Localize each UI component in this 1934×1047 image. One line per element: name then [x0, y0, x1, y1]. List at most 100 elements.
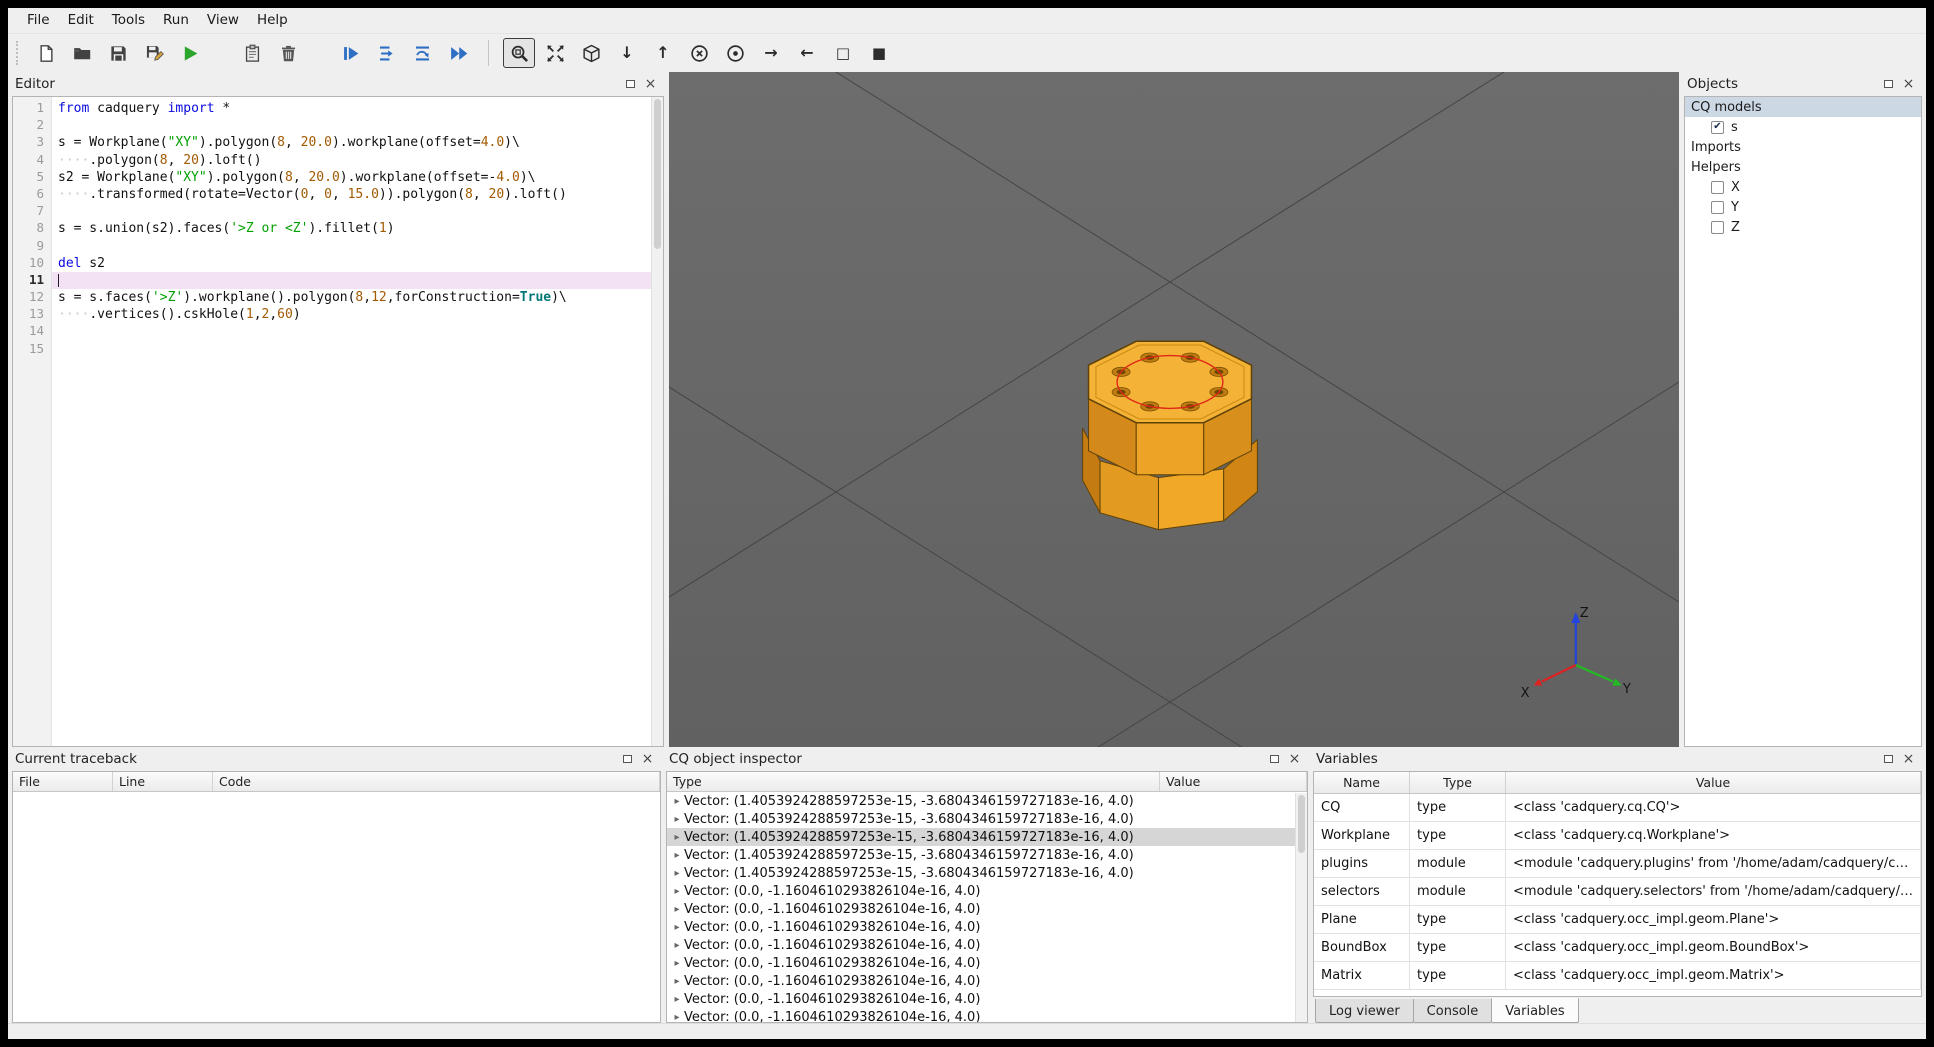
variables-header-type[interactable]: Type: [1410, 772, 1507, 793]
code-line[interactable]: [52, 323, 663, 340]
viewport-canvas[interactable]: Z Y X: [669, 72, 1679, 747]
right-view-button[interactable]: →: [755, 38, 787, 68]
traceback-float-button[interactable]: [620, 752, 635, 766]
inspector-row[interactable]: ▸ Vector: (0.0, -1.1604610293826104e-16, …: [667, 918, 1307, 936]
menu-help[interactable]: Help: [248, 8, 297, 33]
inspector-header-type[interactable]: Type: [667, 772, 1160, 791]
checkbox-z[interactable]: [1711, 220, 1724, 234]
variable-row[interactable]: Matrix type <class 'cadquery.occ_impl.geom…: [1314, 962, 1921, 990]
code-editor[interactable]: 1 2 3 4 5 6 7 8 9 10 11 12 13 14 15 from cadquery impo…: [12, 96, 664, 747]
traceback-header-code[interactable]: Code: [213, 772, 660, 791]
bottom-view-button[interactable]: ↑: [647, 38, 679, 68]
variable-row[interactable]: CQ type <class 'cadquery.cq.CQ'>: [1314, 794, 1921, 822]
new-script-button[interactable]: [30, 38, 62, 68]
menu-file[interactable]: File: [18, 8, 59, 33]
expander-icon[interactable]: ▸: [670, 886, 684, 897]
cad-model[interactable]: [1082, 340, 1258, 531]
inspector-row[interactable]: ▸ Vector: (0.0, -1.1604610293826104e-16, …: [667, 900, 1307, 918]
editor-close-button[interactable]: ×: [643, 77, 658, 91]
tree-item-x[interactable]: X: [1685, 177, 1921, 197]
code-line[interactable]: ····.vertices().cskHole(1,2,60): [52, 306, 663, 323]
editor-scrollbar-thumb[interactable]: [654, 99, 661, 249]
variable-row[interactable]: Workplane type <class 'cadquery.cq.Workpla…: [1314, 822, 1921, 850]
inspector-row[interactable]: ▸ Vector: (0.0, -1.1604610293826104e-16, …: [667, 1008, 1307, 1023]
expander-icon[interactable]: ▸: [670, 940, 684, 951]
top-view-button[interactable]: ↓: [611, 38, 643, 68]
inspector-row[interactable]: ▸ Vector: (1.4053924288597253e-15, -3.680…: [667, 846, 1307, 864]
variables-header-value[interactable]: Value: [1506, 772, 1921, 793]
expander-icon[interactable]: ▸: [670, 850, 684, 861]
variables-float-button[interactable]: [1881, 752, 1896, 766]
3d-viewport[interactable]: Z Y X: [669, 72, 1679, 747]
inspector-row[interactable]: ▸ Vector: (0.0, -1.1604610293826104e-16, …: [667, 882, 1307, 900]
variable-row[interactable]: selectors module <module 'cadquery.selecto…: [1314, 878, 1921, 906]
inspector-scrollbar[interactable]: [1295, 793, 1308, 1022]
tree-item-imports[interactable]: Imports: [1685, 137, 1921, 157]
checkbox-y[interactable]: [1711, 200, 1724, 214]
variable-row[interactable]: Plane type <class 'cadquery.occ_impl.geom.…: [1314, 906, 1921, 934]
inspector-row[interactable]: ▸ Vector: (1.4053924288597253e-15, -3.680…: [667, 864, 1307, 882]
editor-float-button[interactable]: [623, 77, 638, 91]
step-over-button[interactable]: [406, 38, 438, 68]
tree-item-cq-models[interactable]: CQ models: [1685, 97, 1921, 117]
menu-run[interactable]: Run: [154, 8, 198, 33]
traceback-header-file[interactable]: File: [13, 772, 113, 791]
inspector-row[interactable]: ▸ Vector: (0.0, -1.1604610293826104e-16, …: [667, 990, 1307, 1008]
expander-icon[interactable]: ▸: [670, 832, 684, 843]
expander-icon[interactable]: ▸: [670, 976, 684, 987]
inspector-row[interactable]: ▸ Vector: (0.0, -1.1604610293826104e-16, …: [667, 954, 1307, 972]
checkbox-s[interactable]: ✔: [1711, 120, 1724, 134]
left-view-button[interactable]: ←: [791, 38, 823, 68]
variable-row[interactable]: BoundBox type <class 'cadquery.occ_impl.ge…: [1314, 934, 1921, 962]
front-view-button[interactable]: [719, 38, 751, 68]
code-line[interactable]: [52, 341, 663, 358]
step-button[interactable]: [334, 38, 366, 68]
inspector-row[interactable]: ▸ Vector: (0.0, -1.1604610293826104e-16, …: [667, 936, 1307, 954]
step-in-button[interactable]: [370, 38, 402, 68]
save-as-button[interactable]: [138, 38, 170, 68]
code-area[interactable]: from cadquery import * s = Workplane("XY"…: [52, 97, 663, 746]
code-line[interactable]: [52, 203, 663, 220]
menu-tools[interactable]: Tools: [103, 8, 154, 33]
code-line[interactable]: from cadquery import *: [52, 100, 663, 117]
inspector-row[interactable]: ▸ Vector: (0.0, -1.1604610293826104e-16, …: [667, 972, 1307, 990]
render-button[interactable]: [174, 38, 206, 68]
expander-icon[interactable]: ▸: [670, 904, 684, 915]
expander-icon[interactable]: ▸: [670, 796, 684, 807]
tree-item-y[interactable]: Y: [1685, 197, 1921, 217]
iso-view-button[interactable]: [575, 38, 607, 68]
continue-button[interactable]: [442, 38, 474, 68]
tab-log-viewer[interactable]: Log viewer: [1315, 999, 1414, 1023]
code-line[interactable]: s2 = Workplane("XY").polygon(8, 20.0).wo…: [52, 169, 663, 186]
expander-icon[interactable]: ▸: [670, 922, 684, 933]
traceback-header-line[interactable]: Line: [113, 772, 213, 791]
fit-view-button[interactable]: [539, 38, 571, 68]
code-line[interactable]: [52, 117, 663, 134]
menu-view[interactable]: View: [198, 8, 248, 33]
tree-item-s[interactable]: ✔ s: [1685, 117, 1921, 137]
code-line[interactable]: s = s.union(s2).faces('>Z or <Z').fillet…: [52, 220, 663, 237]
code-line[interactable]: s = s.faces('>Z').workplane().polygon(8,…: [52, 289, 663, 306]
variables-close-button[interactable]: ×: [1901, 752, 1916, 766]
delete-button[interactable]: [272, 38, 304, 68]
code-line[interactable]: s = Workplane("XY").polygon(8, 20.0).wor…: [52, 134, 663, 151]
expander-icon[interactable]: ▸: [670, 868, 684, 879]
code-line[interactable]: ····.transformed(rotate=Vector(0, 0, 15.…: [52, 186, 663, 203]
inspector-float-button[interactable]: [1267, 752, 1282, 766]
expander-icon[interactable]: ▸: [670, 994, 684, 1005]
editor-scrollbar[interactable]: [651, 97, 663, 746]
inspector-row[interactable]: ▸ Vector: (1.4053924288597253e-15, -3.680…: [667, 810, 1307, 828]
expander-icon[interactable]: ▸: [670, 1012, 684, 1023]
objects-close-button[interactable]: ×: [1901, 77, 1916, 91]
shaded-view-button[interactable]: ■: [863, 38, 895, 68]
checkbox-x[interactable]: [1711, 180, 1724, 194]
tree-item-helpers[interactable]: Helpers: [1685, 157, 1921, 177]
inspector-row[interactable]: ▸ Vector: (1.4053924288597253e-15, -3.680…: [667, 828, 1308, 846]
save-button[interactable]: [102, 38, 134, 68]
zoom-tool-button[interactable]: [503, 38, 535, 68]
inspector-row[interactable]: ▸ Vector: (1.4053924288597253e-15, -3.680…: [667, 792, 1307, 810]
code-line[interactable]: del s2: [52, 255, 663, 272]
code-line[interactable]: [52, 271, 663, 290]
tab-console[interactable]: Console: [1412, 999, 1493, 1023]
back-view-button[interactable]: [683, 38, 715, 68]
